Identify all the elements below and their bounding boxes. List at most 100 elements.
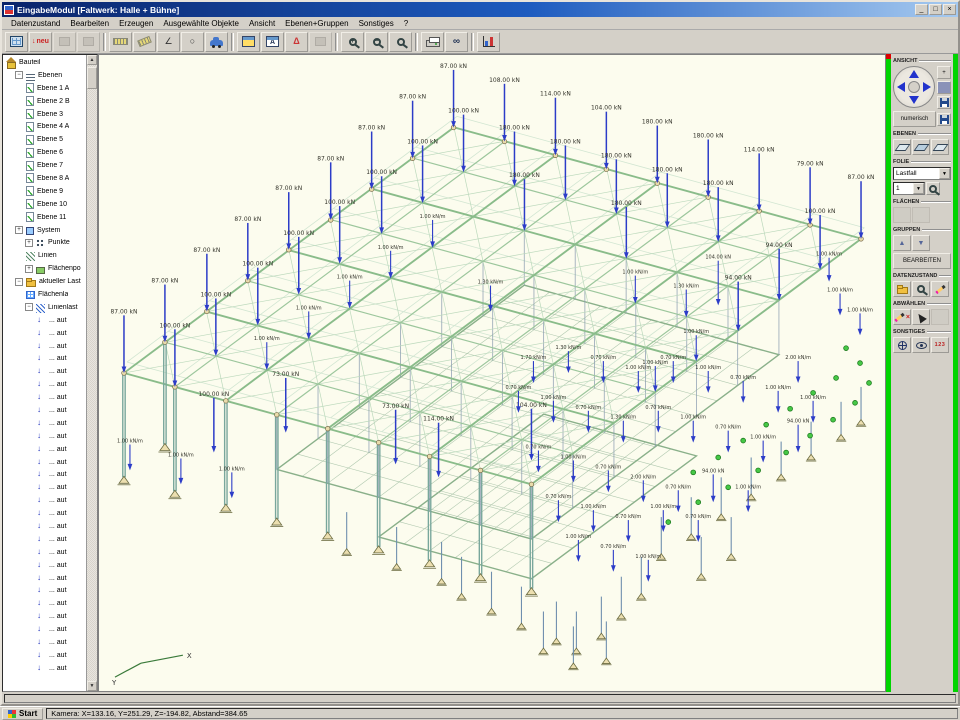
tree-item[interactable]: ... aut — [3, 610, 86, 623]
rotate-right-icon[interactable] — [923, 82, 931, 92]
tree-item[interactable]: ... aut — [3, 546, 86, 559]
chart-button[interactable] — [477, 32, 500, 52]
window-a-button[interactable]: A — [261, 32, 284, 52]
tree-item[interactable]: ... aut — [3, 636, 86, 649]
tree-item[interactable]: +Flächenpo — [3, 262, 86, 275]
angle-button[interactable]: ∠ — [157, 32, 180, 52]
datenzustand-open-button[interactable] — [893, 281, 911, 297]
ruler-button[interactable] — [109, 32, 132, 52]
tree-item[interactable]: ... aut — [3, 352, 86, 365]
tree-item[interactable]: ... aut — [3, 507, 86, 520]
tree-expander[interactable]: − — [15, 278, 23, 286]
tree-item[interactable]: −Ebenen — [3, 69, 86, 82]
tree-item[interactable]: ... aut — [3, 365, 86, 378]
flaechen-button-2[interactable] — [912, 207, 930, 223]
tree-item[interactable]: ... aut — [3, 623, 86, 636]
tree-item[interactable]: Ebene 2 B — [3, 95, 86, 108]
zoom-window-button[interactable] — [389, 32, 412, 52]
scroll-track[interactable] — [87, 65, 97, 681]
tree-item[interactable]: Ebene 3 — [3, 108, 86, 121]
tree-item[interactable]: ... aut — [3, 443, 86, 456]
gruppe-up-button[interactable]: ▲ — [893, 235, 911, 251]
tree-item[interactable]: −Linienlast — [3, 301, 86, 314]
tree-item[interactable]: Ebene 9 — [3, 185, 86, 198]
tree-item[interactable]: ... aut — [3, 559, 86, 572]
r otate-down-icon[interactable] — [909, 96, 919, 104]
rotate-up-icon[interactable] — [909, 70, 919, 78]
scroll-up-button[interactable]: ▲ — [87, 55, 97, 65]
zoom-in-button[interactable]: + — [341, 32, 364, 52]
tree-item[interactable]: Ebene 5 — [3, 133, 86, 146]
tree-item[interactable]: ... aut — [3, 417, 86, 430]
tree-expander[interactable]: + — [15, 226, 23, 234]
tree-item[interactable]: ... aut — [3, 572, 86, 585]
tree-item[interactable]: ... aut — [3, 481, 86, 494]
vehicle-load-button[interactable] — [205, 32, 228, 52]
datenzustand-inspect-button[interactable] — [912, 281, 930, 297]
tree-expander[interactable]: + — [25, 265, 33, 273]
chevron-down-icon[interactable]: ▼ — [913, 183, 924, 194]
tree-item[interactable]: Ebene 7 — [3, 159, 86, 172]
view-mode-button[interactable] — [937, 81, 951, 94]
model-viewport[interactable]: 87.00 kN87.00 kN87.00 kN87.00 kN87.00 kN… — [98, 54, 886, 692]
tree-item[interactable]: ... aut — [3, 533, 86, 546]
menu-ausgew-hlte-objekte[interactable]: Ausgewählte Objekte — [158, 18, 244, 29]
tree-item[interactable]: Ebene 11 — [3, 211, 86, 224]
tree-expander[interactable]: + — [25, 239, 33, 247]
ebene-select-button[interactable] — [912, 139, 930, 155]
menu--[interactable]: ? — [399, 18, 413, 29]
folie-number-dropdown[interactable]: 1 ▼ — [893, 182, 925, 195]
menu-erzeugen[interactable]: Erzeugen — [114, 18, 158, 29]
tree-item[interactable]: ... aut — [3, 520, 86, 533]
maximize-button[interactable]: □ — [929, 4, 942, 15]
ebene-edit-button[interactable] — [931, 139, 949, 155]
menu-bearbeiten[interactable]: Bearbeiten — [65, 18, 114, 29]
scale-button[interactable]: Δ — [285, 32, 308, 52]
tree-item[interactable]: +System — [3, 224, 86, 237]
numerisch-button[interactable]: numerisch — [893, 111, 936, 127]
tree-item[interactable]: Ebene 1 A — [3, 82, 86, 95]
tree-expander[interactable]: − — [25, 303, 33, 311]
tree-item[interactable]: −aktueller Last — [3, 275, 86, 288]
rotate-left-icon[interactable] — [897, 82, 905, 92]
compass-center[interactable] — [908, 81, 920, 93]
start-button[interactable]: Start — [2, 708, 43, 720]
menu-sonstiges[interactable]: Sonstiges — [354, 18, 399, 29]
tree-item[interactable]: Bauteil — [3, 56, 86, 69]
tree-item[interactable]: ... aut — [3, 585, 86, 598]
chevron-down-icon[interactable]: ▼ — [939, 168, 950, 179]
gruppe-down-button[interactable]: ▼ — [912, 235, 930, 251]
tree-item[interactable]: Ebene 8 A — [3, 172, 86, 185]
tree-item[interactable]: Ebene 4 A — [3, 120, 86, 133]
zoom-out-button[interactable]: − — [365, 32, 388, 52]
deselect-edit-button[interactable]: × — [893, 309, 911, 325]
tree-item[interactable]: ... aut — [3, 494, 86, 507]
scroll-thumb[interactable] — [87, 67, 97, 89]
tree-item[interactable]: Flächenla — [3, 288, 86, 301]
tree-item[interactable]: Linien — [3, 249, 86, 262]
view-compass[interactable] — [893, 66, 935, 108]
tree-item[interactable]: ... aut — [3, 456, 86, 469]
tree-item[interactable]: ... aut — [3, 314, 86, 327]
tree-item[interactable]: ... aut — [3, 378, 86, 391]
tree-item[interactable]: Ebene 6 — [3, 146, 86, 159]
deselect-extra-button[interactable] — [931, 309, 949, 325]
tree-item[interactable]: ... aut — [3, 340, 86, 353]
menu-ansicht[interactable]: Ansicht — [244, 18, 280, 29]
tree-expander[interactable]: − — [15, 71, 23, 79]
tree-item[interactable]: Ebene 10 — [3, 198, 86, 211]
zoom-plus-button[interactable]: + — [937, 66, 951, 79]
menu-datenzustand[interactable]: Datenzustand — [6, 18, 65, 29]
scroll-down-button[interactable]: ▼ — [87, 681, 97, 691]
view-options-button[interactable]: ∞ — [445, 32, 468, 52]
datenzustand-edit-button[interactable] — [931, 281, 949, 297]
tree-item[interactable]: ... aut — [3, 327, 86, 340]
close-button[interactable]: × — [943, 4, 956, 15]
tree-item[interactable]: ... aut — [3, 597, 86, 610]
ebene-plane-button[interactable] — [893, 139, 911, 155]
menu-ebenen-gruppen[interactable]: Ebenen+Gruppen — [280, 18, 353, 29]
title-bar[interactable]: EingabeModul [Faltwerk: Halle + Bühne] _… — [2, 2, 958, 17]
new-form-button[interactable] — [5, 32, 28, 52]
tree-item[interactable]: ... aut — [3, 404, 86, 417]
save-numeric-button[interactable] — [937, 113, 951, 126]
